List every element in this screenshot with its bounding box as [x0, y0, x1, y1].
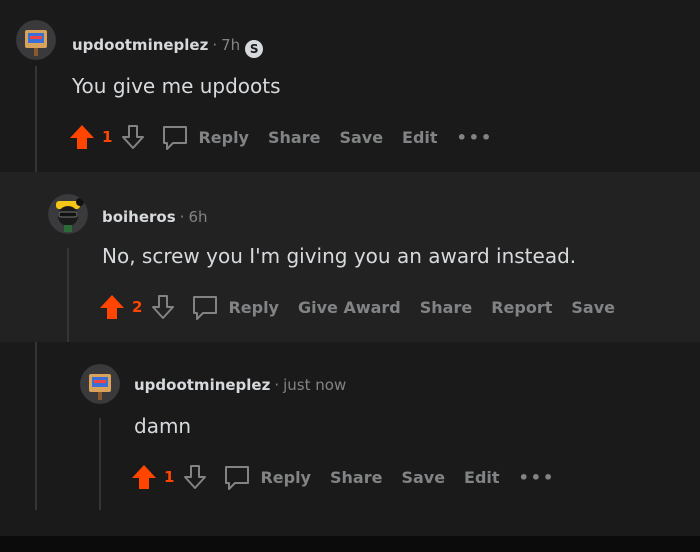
timestamp[interactable]: 7h [221, 36, 240, 54]
comment-meta: updootmineplez · just now [134, 376, 347, 394]
username[interactable]: updootmineplez [134, 376, 270, 394]
more-options-icon[interactable]: ••• [457, 128, 494, 147]
upvote-icon[interactable] [130, 462, 158, 492]
reply-icon[interactable] [160, 122, 190, 152]
comment-body: damn [134, 414, 192, 438]
edit-button[interactable]: Edit [402, 128, 438, 147]
save-button[interactable]: Save [571, 298, 615, 317]
timestamp[interactable]: 6h [188, 208, 207, 226]
vote-count: 1 [102, 128, 113, 146]
timestamp[interactable]: just now [283, 376, 346, 394]
more-options-icon[interactable]: ••• [519, 468, 556, 487]
vote-count: 2 [132, 298, 143, 316]
comment-3: updootmineplez · just now damn 1 Reply Sha… [0, 342, 700, 536]
thread-line-parent[interactable] [35, 342, 37, 510]
upvote-icon[interactable] [68, 122, 96, 152]
downvote-icon[interactable] [150, 292, 176, 322]
thread-line[interactable] [99, 418, 101, 510]
avatar[interactable] [80, 364, 120, 404]
downvote-icon[interactable] [182, 462, 208, 492]
comment-actions: 1 Reply Share Save Edit ••• [68, 122, 493, 152]
bottom-edge [0, 536, 700, 552]
comment-meta: updootmineplez · 7h S [72, 36, 264, 58]
upvote-icon[interactable] [98, 292, 126, 322]
username[interactable]: updootmineplez [72, 36, 208, 54]
save-button[interactable]: Save [401, 468, 445, 487]
reply-icon[interactable] [190, 292, 220, 322]
comment-actions: 1 Reply Share Save Edit ••• [130, 462, 555, 492]
comment-2: boiheros · 6h No, screw you I'm giving you… [0, 172, 700, 344]
share-button[interactable]: Share [420, 298, 472, 317]
username[interactable]: boiheros [102, 208, 176, 226]
give-award-button[interactable]: Give Award [298, 298, 401, 317]
comment-body: You give me updoots [72, 74, 281, 98]
downvote-icon[interactable] [120, 122, 146, 152]
save-button[interactable]: Save [339, 128, 383, 147]
reply-button[interactable]: Reply [260, 468, 311, 487]
share-button[interactable]: Share [330, 468, 382, 487]
comment-1: updootmineplez · 7h S You give me updoots 1… [0, 0, 700, 172]
reply-icon[interactable] [222, 462, 252, 492]
vote-count: 1 [164, 468, 175, 486]
share-button[interactable]: Share [268, 128, 320, 147]
reply-button[interactable]: Reply [198, 128, 249, 147]
avatar[interactable] [16, 20, 56, 60]
report-button[interactable]: Report [491, 298, 552, 317]
reply-button[interactable]: Reply [228, 298, 279, 317]
badge-icon: S [245, 40, 264, 58]
thread-line[interactable] [35, 66, 37, 172]
comment-meta: boiheros · 6h [102, 208, 208, 226]
comment-actions: 2 Reply Give Award Share Report Save [98, 292, 634, 322]
edit-button[interactable]: Edit [464, 468, 500, 487]
thread-line[interactable] [67, 248, 69, 344]
comment-body: No, screw you I'm giving you an award in… [102, 244, 577, 268]
avatar[interactable] [48, 194, 88, 234]
